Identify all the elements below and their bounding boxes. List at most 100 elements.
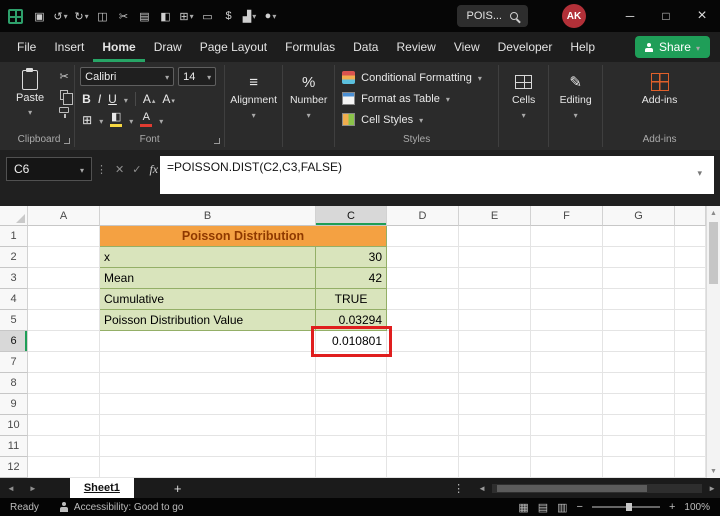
cell-A12[interactable] <box>28 457 100 478</box>
addins-button[interactable]: Add-ins <box>638 67 682 137</box>
view-page-break-icon[interactable]: ▥ <box>557 501 567 514</box>
zoom-in-button[interactable]: + <box>669 501 675 513</box>
column-header-F[interactable]: F <box>531 206 603 226</box>
cell-E11[interactable] <box>459 436 531 457</box>
bold-button[interactable]: B <box>82 93 91 105</box>
cell-A10[interactable] <box>28 415 100 436</box>
column-header-D[interactable]: D <box>387 206 459 226</box>
cell-G4[interactable] <box>603 289 675 310</box>
cell-G7[interactable] <box>603 352 675 373</box>
name-box[interactable]: C6 <box>6 157 92 181</box>
borders-button[interactable]: ⊞ <box>82 114 92 126</box>
scroll-up-icon[interactable]: ▲ <box>707 206 720 220</box>
cell-F1[interactable] <box>531 226 603 247</box>
cell-C11[interactable] <box>316 436 387 457</box>
cell-G12[interactable] <box>603 457 675 478</box>
cell-B3[interactable]: Mean <box>100 268 316 289</box>
fill-color-icon[interactable]: ◧ <box>155 5 176 27</box>
cell-C7[interactable] <box>316 352 387 373</box>
number-button[interactable]: % Number <box>288 67 329 137</box>
paste-icon[interactable]: ▤ <box>134 5 155 27</box>
cancel-icon[interactable]: ✕ <box>115 163 124 176</box>
cell-B8[interactable] <box>100 373 316 394</box>
cell-E5[interactable] <box>459 310 531 331</box>
row-header-1[interactable]: 1 <box>0 226 28 247</box>
cell-B10[interactable] <box>100 415 316 436</box>
cell-E2[interactable] <box>459 247 531 268</box>
cell-B5[interactable]: Poisson Distribution Value <box>100 310 316 331</box>
cell-F4[interactable] <box>531 289 603 310</box>
fill-color-button[interactable]: ◧ <box>110 112 122 127</box>
font-size-combo[interactable]: 14 <box>178 67 216 86</box>
row-header-4[interactable]: 4 <box>0 289 28 310</box>
cell-x7[interactable] <box>675 352 706 373</box>
cell-D6[interactable] <box>387 331 459 352</box>
editing-button[interactable]: ✎ Editing <box>554 67 597 137</box>
column-header-G[interactable]: G <box>603 206 675 226</box>
cell-G1[interactable] <box>603 226 675 247</box>
cell-B6[interactable] <box>100 331 316 352</box>
account-avatar[interactable]: AK <box>562 4 586 28</box>
horizontal-scrollbar-thumb[interactable] <box>497 485 647 492</box>
cell-G5[interactable] <box>603 310 675 331</box>
cell-B4[interactable]: Cumulative <box>100 289 316 310</box>
cell-F6[interactable] <box>531 331 603 352</box>
styles-item-cell-styles[interactable]: Cell Styles <box>340 109 493 130</box>
share-button[interactable]: Share <box>635 36 710 58</box>
cell-A8[interactable] <box>28 373 100 394</box>
row-header-5[interactable]: 5 <box>0 310 28 331</box>
cell-G11[interactable] <box>603 436 675 457</box>
font-name-combo[interactable]: Calibri <box>80 67 174 86</box>
copy-icon[interactable]: ◫ <box>92 5 113 27</box>
zoom-slider[interactable] <box>592 506 660 508</box>
cell-D5[interactable] <box>387 310 459 331</box>
cell-B1[interactable]: Poisson Distribution <box>100 226 387 247</box>
row-header-7[interactable]: 7 <box>0 352 28 373</box>
formula-input[interactable]: =POISSON.DIST(C2,C3,FALSE) ▾ <box>160 156 714 194</box>
cell-E12[interactable] <box>459 457 531 478</box>
cell-x9[interactable] <box>675 394 706 415</box>
cell-D10[interactable] <box>387 415 459 436</box>
cell-C9[interactable] <box>316 394 387 415</box>
enter-icon[interactable]: ✓ <box>132 163 141 176</box>
scroll-down-icon[interactable]: ▼ <box>707 464 720 478</box>
row-header-8[interactable]: 8 <box>0 373 28 394</box>
printer-icon[interactable]: ▭ <box>197 5 218 27</box>
paste-button[interactable]: Paste <box>9 67 51 121</box>
hscroll-left-icon[interactable]: ◄ <box>474 484 490 493</box>
cell-E9[interactable] <box>459 394 531 415</box>
cell-E4[interactable] <box>459 289 531 310</box>
search-box[interactable]: POIS... <box>457 5 528 27</box>
accessibility-status[interactable]: Accessibility: Good to go <box>59 502 184 513</box>
select-all-corner[interactable] <box>0 206 28 226</box>
column-header-B[interactable]: B <box>100 206 316 226</box>
cell-x10[interactable] <box>675 415 706 436</box>
cell-F8[interactable] <box>531 373 603 394</box>
cell-E3[interactable] <box>459 268 531 289</box>
cell-G6[interactable] <box>603 331 675 352</box>
cell-C4[interactable]: TRUE <box>316 289 387 310</box>
currency-icon[interactable]: $ <box>218 5 239 27</box>
cell-E7[interactable] <box>459 352 531 373</box>
column-header-A[interactable]: A <box>28 206 100 226</box>
tab-page-layout[interactable]: Page Layout <box>191 32 276 62</box>
cell-D7[interactable] <box>387 352 459 373</box>
tab-help[interactable]: Help <box>561 32 604 62</box>
cell-D9[interactable] <box>387 394 459 415</box>
save-icon[interactable]: ▣ <box>29 5 50 27</box>
cut-icon[interactable]: ✂ <box>60 72 69 83</box>
zoom-slider-knob[interactable] <box>626 503 632 511</box>
row-header-10[interactable]: 10 <box>0 415 28 436</box>
row-header-12[interactable]: 12 <box>0 457 28 478</box>
cell-C3[interactable]: 42 <box>316 268 387 289</box>
insert-function-icon[interactable]: fx <box>149 162 158 177</box>
cell-x6[interactable] <box>675 331 706 352</box>
tab-data[interactable]: Data <box>344 32 387 62</box>
tab-file[interactable]: File <box>8 32 45 62</box>
cell-E8[interactable] <box>459 373 531 394</box>
cell-E1[interactable] <box>459 226 531 247</box>
cell-C12[interactable] <box>316 457 387 478</box>
tab-view[interactable]: View <box>445 32 489 62</box>
redo-icon[interactable]: ↻ <box>71 5 92 27</box>
row-header-3[interactable]: 3 <box>0 268 28 289</box>
